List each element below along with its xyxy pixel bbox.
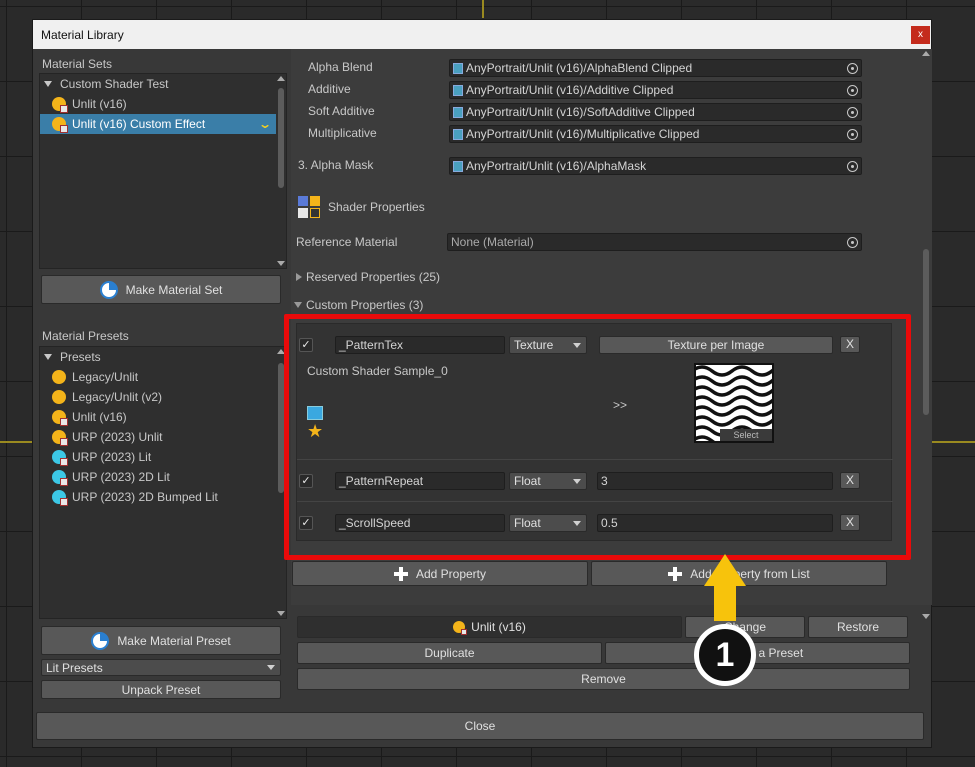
alpha-mask-label: 3. Alpha Mask bbox=[298, 158, 374, 172]
shader-icon bbox=[453, 160, 463, 172]
alpha-mask-shader-field[interactable]: AnyPortrait/Unlit (v16)/AlphaMask bbox=[449, 157, 862, 175]
object-picker-icon[interactable] bbox=[847, 161, 858, 172]
shader-properties-icon bbox=[298, 196, 322, 218]
material-icon bbox=[52, 97, 68, 113]
object-picker-icon[interactable] bbox=[847, 107, 858, 118]
plus-icon bbox=[668, 566, 683, 581]
material-sets-list: Custom Shader Test Unlit (v16) Unlit (v1… bbox=[39, 73, 287, 269]
chevron-down-icon[interactable]: ⌄ bbox=[258, 117, 272, 131]
alpha-blend-shader-field[interactable]: AnyPortrait/Unlit (v16)/AlphaBlend Clipp… bbox=[449, 59, 862, 77]
material-set-root[interactable]: Custom Shader Test bbox=[40, 74, 286, 94]
material-icon bbox=[52, 117, 68, 133]
scroll-thumb[interactable] bbox=[923, 249, 929, 415]
material-icon bbox=[52, 470, 68, 486]
properties-scrollbar[interactable] bbox=[920, 49, 932, 619]
save-as-preset-button[interactable]: Save as a Preset bbox=[605, 642, 910, 664]
reference-material-label: Reference Material bbox=[296, 235, 398, 249]
up-arrow-icon bbox=[704, 554, 746, 586]
bg-guide-horizontal-left bbox=[0, 441, 32, 443]
additive-shader-field[interactable]: AnyPortrait/Unlit (v16)/Additive Clipped bbox=[449, 81, 862, 99]
titlebar: Material Library x bbox=[33, 20, 931, 49]
current-preset-field: Unlit (v16) bbox=[297, 616, 682, 638]
scroll-up-icon[interactable] bbox=[922, 51, 930, 56]
material-icon bbox=[453, 621, 468, 635]
close-button[interactable]: Close bbox=[36, 712, 924, 740]
step-number-badge: 1 bbox=[694, 624, 756, 686]
object-picker-icon[interactable] bbox=[847, 129, 858, 140]
material-sets-title: Material Sets bbox=[42, 57, 113, 71]
window-close-icon[interactable]: x bbox=[911, 26, 930, 44]
shader-icon bbox=[453, 62, 463, 74]
bg-guide-vertical bbox=[482, 0, 484, 18]
material-icon bbox=[52, 390, 66, 404]
material-set-item-selected[interactable]: Unlit (v16) Custom Effect ⌄ bbox=[40, 114, 276, 134]
material-icon bbox=[52, 450, 68, 466]
multiplicative-shader-field[interactable]: AnyPortrait/Unlit (v16)/Multiplicative C… bbox=[449, 125, 862, 143]
pie-icon bbox=[91, 631, 110, 650]
material-set-item[interactable]: Unlit (v16) bbox=[40, 94, 286, 114]
alpha-blend-label: Alpha Blend bbox=[308, 60, 373, 74]
shader-icon bbox=[453, 84, 463, 96]
preset-item[interactable]: URP (2023) Unlit bbox=[40, 427, 286, 447]
scroll-down-icon[interactable] bbox=[277, 611, 285, 616]
soft-additive-label: Soft Additive bbox=[308, 104, 375, 118]
custom-properties-foldout[interactable]: Custom Properties (3) bbox=[294, 298, 423, 312]
unpack-preset-button[interactable]: Unpack Preset bbox=[41, 680, 281, 699]
material-sets-scrollbar[interactable] bbox=[276, 74, 286, 268]
reserved-properties-foldout[interactable]: Reserved Properties (25) bbox=[296, 270, 440, 284]
material-icon bbox=[52, 490, 68, 506]
material-presets-list: Presets Legacy/Unlit Legacy/Unlit (v2) U… bbox=[39, 346, 287, 619]
reference-material-field[interactable]: None (Material) bbox=[447, 233, 862, 251]
add-property-button[interactable]: Add Property bbox=[292, 561, 588, 586]
material-presets-title: Material Presets bbox=[42, 329, 129, 343]
expand-down-icon bbox=[44, 354, 52, 360]
preset-item[interactable]: Unlit (v16) bbox=[40, 407, 286, 427]
restore-button[interactable]: Restore bbox=[808, 616, 908, 638]
preset-item[interactable]: Legacy/Unlit (v2) bbox=[40, 387, 286, 407]
make-material-set-button[interactable]: Make Material Set bbox=[41, 275, 281, 304]
additive-label: Additive bbox=[308, 82, 351, 96]
scroll-thumb[interactable] bbox=[278, 88, 284, 188]
pie-icon bbox=[99, 280, 118, 299]
shader-icon bbox=[453, 106, 463, 118]
dropdown-arrow-icon bbox=[267, 665, 275, 670]
object-picker-icon[interactable] bbox=[847, 237, 858, 248]
multiplicative-label: Multiplicative bbox=[308, 126, 377, 140]
object-picker-icon[interactable] bbox=[847, 85, 858, 96]
object-picker-icon[interactable] bbox=[847, 63, 858, 74]
arrow-shaft bbox=[714, 585, 736, 621]
shader-properties-title: Shader Properties bbox=[328, 200, 425, 214]
material-icon bbox=[52, 430, 68, 446]
remove-button[interactable]: Remove bbox=[297, 668, 910, 690]
make-material-preset-button[interactable]: Make Material Preset bbox=[41, 626, 281, 655]
expand-right-icon bbox=[296, 273, 302, 281]
expand-down-icon bbox=[294, 302, 302, 308]
plus-icon bbox=[393, 566, 408, 581]
soft-additive-shader-field[interactable]: AnyPortrait/Unlit (v16)/SoftAdditive Cli… bbox=[449, 103, 862, 121]
material-icon bbox=[52, 410, 68, 426]
window-title: Material Library bbox=[41, 27, 124, 42]
lit-presets-dropdown[interactable]: Lit Presets bbox=[41, 659, 281, 676]
scroll-up-icon[interactable] bbox=[277, 76, 285, 81]
scroll-down-icon[interactable] bbox=[922, 614, 930, 619]
highlight-box bbox=[284, 314, 911, 560]
duplicate-button[interactable]: Duplicate bbox=[297, 642, 602, 664]
presets-root[interactable]: Presets bbox=[40, 347, 286, 367]
preset-item[interactable]: URP (2023) 2D Bumped Lit bbox=[40, 487, 286, 507]
bg-guide-horizontal-right bbox=[932, 441, 975, 443]
preset-item[interactable]: URP (2023) 2D Lit bbox=[40, 467, 286, 487]
material-icon bbox=[52, 370, 66, 384]
preset-item[interactable]: Legacy/Unlit bbox=[40, 367, 286, 387]
preset-item[interactable]: URP (2023) Lit bbox=[40, 447, 286, 467]
scroll-down-icon[interactable] bbox=[277, 261, 285, 266]
expand-down-icon bbox=[44, 81, 52, 87]
shader-icon bbox=[453, 128, 463, 140]
